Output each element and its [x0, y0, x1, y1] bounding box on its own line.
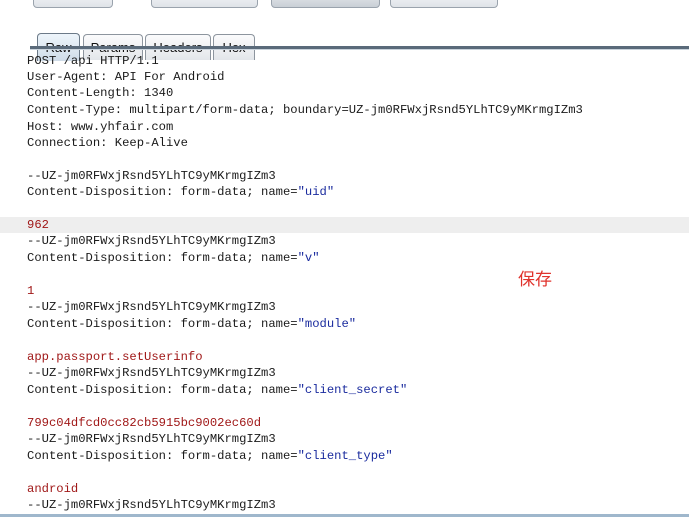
- request-tabs: Raw Params Headers Hex: [0, 14, 689, 61]
- boundary-line: --UZ-jm0RFWxjRsnd5YLhTC9yMKrmgIZm3: [27, 300, 276, 314]
- disposition-prefix: Content-Disposition: form-data; name=: [27, 185, 298, 199]
- header-user-agent: User-Agent: API For Android: [27, 70, 225, 84]
- content-disposition-line: Content-Disposition: form-data; name="mo…: [0, 316, 689, 332]
- field-value-line: app.passport.setUserinfo: [0, 349, 689, 365]
- boundary-line: --UZ-jm0RFWxjRsnd5YLhTC9yMKrmgIZm3: [27, 234, 276, 248]
- toolbar-button[interactable]: [33, 0, 113, 8]
- content-disposition-line: Content-Disposition: form-data; name="v": [0, 250, 689, 266]
- disposition-prefix: Content-Disposition: form-data; name=: [27, 449, 298, 463]
- toolbar-button[interactable]: [151, 0, 258, 8]
- field-value: app.passport.setUserinfo: [27, 350, 203, 364]
- content-disposition-line: Content-Disposition: form-data; name="cl…: [0, 382, 689, 398]
- field-value-line: 1: [0, 283, 689, 299]
- field-name: "client_type": [297, 449, 393, 463]
- boundary-line: --UZ-jm0RFWxjRsnd5YLhTC9yMKrmgIZm3: [27, 498, 276, 512]
- save-annotation: 保存: [518, 270, 552, 290]
- boundary-line: --UZ-jm0RFWxjRsnd5YLhTC9yMKrmgIZm3: [27, 432, 276, 446]
- field-value-line: android: [0, 481, 689, 497]
- field-value: android: [27, 482, 79, 496]
- field-value: 962: [27, 218, 49, 232]
- raw-request-editor[interactable]: POST /api HTTP/1.1 User-Agent: API For A…: [0, 51, 689, 514]
- field-value: 799c04dfcd0cc82cb5915bc9002ec60d: [27, 416, 262, 430]
- boundary-line: --UZ-jm0RFWxjRsnd5YLhTC9yMKrmgIZm3: [27, 169, 276, 183]
- content-disposition-line: Content-Disposition: form-data; name="ui…: [0, 184, 689, 200]
- header-content-length: Content-Length: 1340: [27, 86, 174, 100]
- request-line: POST /api HTTP/1.1: [27, 54, 159, 68]
- disposition-prefix: Content-Disposition: form-data; name=: [27, 317, 298, 331]
- field-value-line: 962: [0, 217, 689, 233]
- tab-underline-light: [30, 49, 689, 50]
- toolbar-button[interactable]: [390, 0, 498, 8]
- header-content-type: Content-Type: multipart/form-data; bound…: [27, 103, 583, 117]
- header-connection: Connection: Keep-Alive: [27, 136, 188, 150]
- header-host: Host: www.yhfair.com: [27, 120, 174, 134]
- field-name: "module": [297, 317, 357, 331]
- disposition-prefix: Content-Disposition: form-data; name=: [27, 383, 298, 397]
- disposition-prefix: Content-Disposition: form-data; name=: [27, 251, 298, 265]
- field-name: "uid": [297, 185, 335, 199]
- field-name: "client_secret": [297, 383, 408, 397]
- content-disposition-line: Content-Disposition: form-data; name="cl…: [0, 448, 689, 464]
- field-value-line: 799c04dfcd0cc82cb5915bc9002ec60d: [0, 415, 689, 431]
- toolbar-button[interactable]: [271, 0, 380, 8]
- field-name: "v": [297, 251, 320, 265]
- boundary-line: --UZ-jm0RFWxjRsnd5YLhTC9yMKrmgIZm3: [27, 366, 276, 380]
- field-value: 1: [27, 284, 35, 298]
- top-toolbar: [0, 0, 689, 14]
